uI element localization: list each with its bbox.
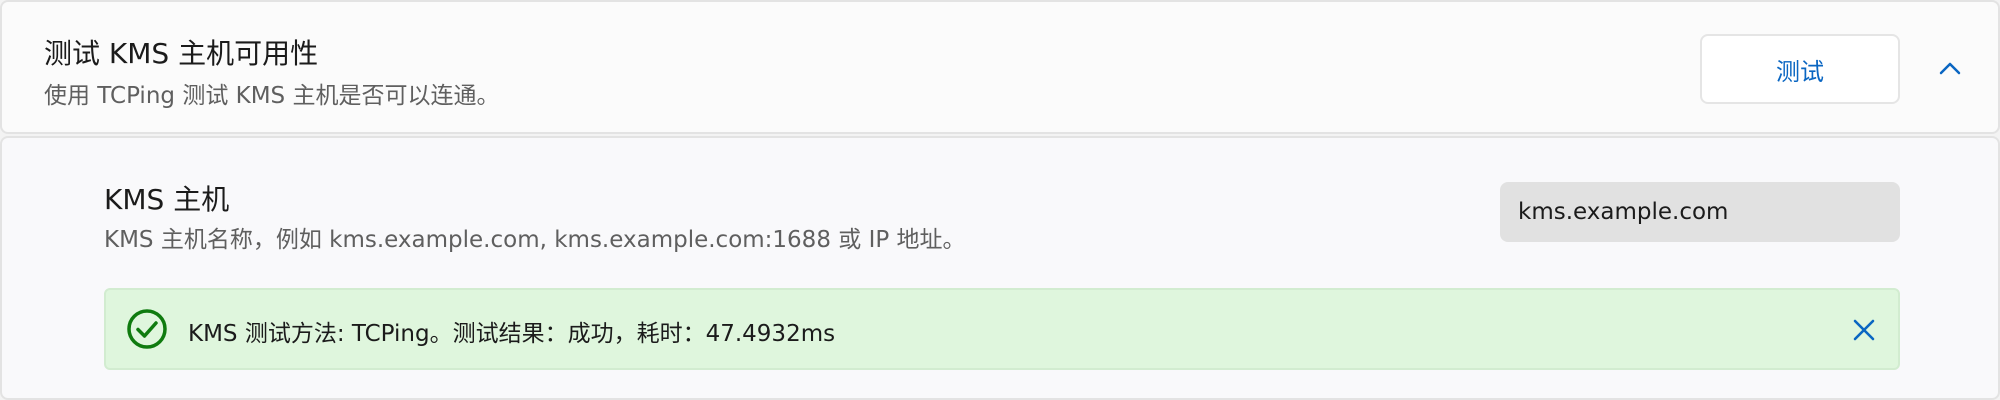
close-result-button[interactable] — [1844, 310, 1884, 350]
kms-test-header: 测试 KMS 主机可用性 使用 TCPing 测试 KMS 主机是否可以连通。 … — [0, 0, 2000, 134]
section-description: 使用 TCPing 测试 KMS 主机是否可以连通。 — [44, 83, 500, 109]
kms-test-body: KMS 主机 KMS 主机名称，例如 kms.example.com, kms.… — [0, 136, 2000, 400]
test-result-message: KMS 测试方法: TCPing。测试结果：成功，耗时：47.4932ms — [188, 321, 836, 347]
kms-host-label: KMS 主机 — [104, 183, 230, 216]
test-result-infobar: KMS 测试方法: TCPing。测试结果：成功，耗时：47.4932ms — [104, 288, 1900, 370]
check-circle-icon — [127, 309, 167, 349]
collapse-button[interactable] — [1932, 48, 1968, 88]
chevron-up-icon — [1939, 62, 1961, 75]
kms-host-description: KMS 主机名称，例如 kms.example.com, kms.example… — [104, 227, 966, 253]
section-title: 测试 KMS 主机可用性 — [44, 37, 319, 70]
kms-host-input[interactable] — [1500, 182, 1900, 242]
close-icon — [1853, 319, 1875, 341]
test-button[interactable]: 测试 — [1700, 34, 1900, 104]
